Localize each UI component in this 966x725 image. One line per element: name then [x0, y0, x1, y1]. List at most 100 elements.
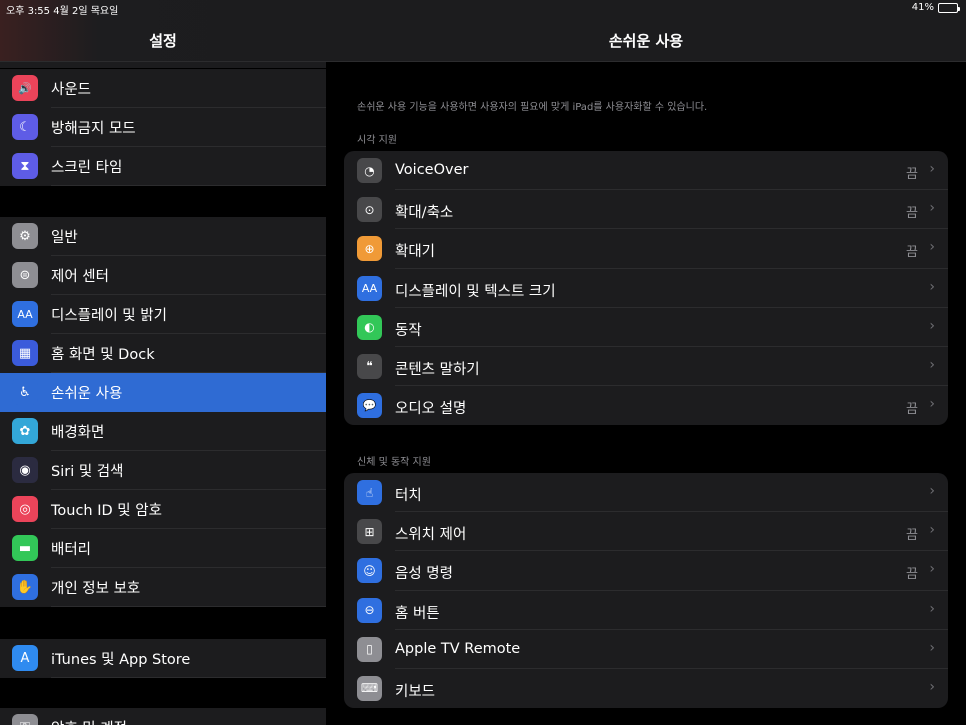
- row-value: 끔: [906, 167, 918, 182]
- siri-icon: ◉: [12, 457, 38, 483]
- row-label: 확대기: [395, 244, 436, 261]
- physical-group: ☝ 터치 › ⊞ 스위치 제어 끔 › ☺ 음성 명령 끔 › ⊖ 홈 버튼 › ▯ Apple TV Rem…: [344, 473, 948, 709]
- settings-row[interactable]: ☺ 음성 명령 끔 ›: [344, 551, 948, 591]
- sidebar-item[interactable]: ⚿ 암호 및 계정: [0, 708, 326, 725]
- chevron-right-icon: ›: [929, 522, 935, 539]
- flower-icon: ✿: [12, 418, 38, 444]
- keyboard-icon: ⌨: [357, 675, 382, 701]
- sidebar-item-label: 제어 센터: [51, 269, 109, 285]
- settings-row[interactable]: ⊞ 스위치 제어 끔 ›: [344, 512, 948, 552]
- separator: [51, 185, 326, 186]
- chevron-right-icon: ›: [929, 356, 935, 373]
- sidebar-group-4: ⚿ 암호 및 계정: [0, 708, 326, 725]
- sidebar-item-label: 디스플레이 및 밝기: [51, 308, 167, 324]
- row-value: 끔: [906, 528, 918, 544]
- sidebar-item-label: 방해금지 모드: [51, 121, 136, 137]
- chevron-right-icon: ›: [929, 639, 935, 656]
- status-time: 오후 3:55 4월 2일 목요일: [6, 6, 119, 17]
- settings-row[interactable]: ❝ 콘텐츠 말하기 ›: [344, 347, 948, 387]
- voice-control-icon: ☺: [357, 558, 382, 584]
- row-value: 끔: [906, 206, 918, 222]
- status-bar: 오후 3:55 4월 2일 목요일 41%: [0, 0, 966, 18]
- settings-row[interactable]: ☝ 터치 ›: [344, 473, 948, 513]
- sidebar-item[interactable]: ◉ Siri 및 검색: [0, 451, 326, 490]
- separator: [51, 677, 326, 678]
- settings-row[interactable]: ⊖ 홈 버튼 ›: [344, 591, 948, 630]
- sidebar-item[interactable]: ▦ 홈 화면 및 Dock: [0, 334, 326, 373]
- grid-icon: ▦: [12, 340, 38, 366]
- settings-row[interactable]: ▯ Apple TV Remote ›: [344, 630, 948, 669]
- sidebar-group-partial: [0, 62, 326, 68]
- row-label: 오디오 설명: [395, 401, 467, 418]
- gear-icon: ⚙: [12, 223, 38, 249]
- row-label: VoiceOver: [395, 162, 469, 178]
- chevron-right-icon: ›: [929, 561, 935, 578]
- row-label: 확대/축소: [395, 205, 454, 222]
- vision-group: ◔ VoiceOver 끔 › ⊙ 확대/축소 끔 › ⊕ 확대기 끔 › AA 디스플레이 및 텍스트 …: [344, 151, 948, 426]
- row-label: 홈 버튼: [395, 605, 440, 622]
- main-panel: 손쉬운 사용 손쉬운 사용 기능을 사용하면 사용자의 필요에 맞게 iPad를…: [326, 0, 966, 725]
- sidebar-item[interactable]: ⊜ 제어 센터: [0, 256, 326, 295]
- row-label: 키보드: [395, 683, 436, 700]
- sidebar-item-label: 배터리: [51, 542, 92, 558]
- row-value: 끔: [906, 402, 918, 418]
- motion-icon: ◐: [357, 314, 382, 340]
- sidebar-item[interactable]: ♿ 손쉬운 사용: [0, 373, 326, 412]
- sidebar-item[interactable]: 🔊 사운드: [0, 69, 326, 108]
- sidebar-item[interactable]: AiTunes 및 App Store: [0, 639, 326, 678]
- accessibility-icon: ♿: [12, 379, 38, 405]
- sidebar-item-label: 배경화면: [51, 425, 105, 441]
- row-label: 동작: [395, 322, 422, 339]
- settings-row[interactable]: ⊕ 확대기 끔 ›: [344, 229, 948, 269]
- app-store-icon: A: [12, 645, 38, 671]
- sidebar-item[interactable]: ⧗ 스크린 타임: [0, 147, 326, 186]
- sidebar-item-label: iTunes 및 App Store: [51, 652, 191, 668]
- settings-row[interactable]: 💬 오디오 설명 끔 ›: [344, 386, 948, 425]
- key-icon: ⚿: [12, 714, 38, 725]
- settings-row[interactable]: ◔ VoiceOver 끔 ›: [344, 151, 948, 191]
- home-button-icon: ⊖: [357, 597, 382, 623]
- fingerprint-icon: ◎: [12, 496, 38, 522]
- row-label: 터치: [395, 488, 422, 504]
- sidebar-item-label: 사운드: [51, 82, 92, 98]
- row-value: 끔: [906, 245, 918, 261]
- sidebar-item[interactable]: ⚙ 일반: [0, 217, 326, 256]
- chevron-right-icon: ›: [929, 678, 935, 695]
- sidebar-item-label: Siri 및 검색: [51, 464, 124, 480]
- row-label: Apple TV Remote: [395, 640, 521, 657]
- chevron-right-icon: ›: [929, 396, 935, 413]
- text-size-icon: AA: [12, 301, 38, 327]
- sidebar-item-label: 홈 화면 및 Dock: [51, 347, 155, 363]
- sidebar-item[interactable]: ▬ 배터리: [0, 529, 326, 568]
- sidebar-item[interactable]: ☾ 방해금지 모드: [0, 108, 326, 147]
- sidebar-item[interactable]: ◎ Touch ID 및 암호: [0, 490, 326, 529]
- settings-row[interactable]: ⌨ 키보드 ›: [344, 669, 948, 708]
- sidebar-item[interactable]: ✋ 개인 정보 보호: [0, 568, 326, 607]
- chevron-right-icon: ›: [929, 278, 935, 295]
- voiceover-icon: ◔: [357, 158, 382, 183]
- settings-row[interactable]: ⊙ 확대/축소 끔 ›: [344, 190, 948, 230]
- sidebar-item-label: Touch ID 및 암호: [51, 503, 162, 519]
- section-label-physical: 신체 및 동작 지원: [357, 457, 431, 468]
- section-label-vision: 시각 지원: [357, 135, 397, 146]
- sidebar-item[interactable]: ✿ 배경화면: [0, 412, 326, 451]
- moon-icon: ☾: [12, 114, 38, 140]
- audio-description-icon: 💬: [357, 393, 382, 419]
- chevron-right-icon: ›: [929, 239, 935, 256]
- chevron-right-icon: ›: [929, 200, 935, 217]
- chevron-right-icon: ›: [929, 161, 935, 177]
- row-label: 콘텐츠 말하기: [395, 361, 480, 378]
- sidebar-item[interactable]: AA 디스플레이 및 밝기: [0, 295, 326, 334]
- battery-icon: ▬: [12, 535, 38, 561]
- hand-icon: ✋: [12, 574, 38, 600]
- sidebar: 설정 🔊 사운드 ☾ 방해금지 모드 ⧗ 스크린 타임 ⚙ 일반 ⊜ 제어 센터 AA 디스플레이 …: [0, 0, 326, 725]
- page-description: 손쉬운 사용 기능을 사용하면 사용자의 필요에 맞게 iPad를 사용자화할 …: [357, 102, 708, 113]
- sidebar-group-1: 🔊 사운드 ☾ 방해금지 모드 ⧗ 스크린 타임: [0, 69, 326, 186]
- chevron-right-icon: ›: [929, 600, 935, 617]
- hourglass-icon: ⧗: [12, 153, 38, 179]
- settings-row[interactable]: ◐ 동작 ›: [344, 308, 948, 347]
- battery-percentage: 41%: [911, 2, 934, 13]
- sidebar-item-label: 일반: [51, 230, 78, 246]
- settings-row[interactable]: AA 디스플레이 및 텍스트 크기 ›: [344, 269, 948, 308]
- hand-point-icon: ☝: [357, 480, 382, 505]
